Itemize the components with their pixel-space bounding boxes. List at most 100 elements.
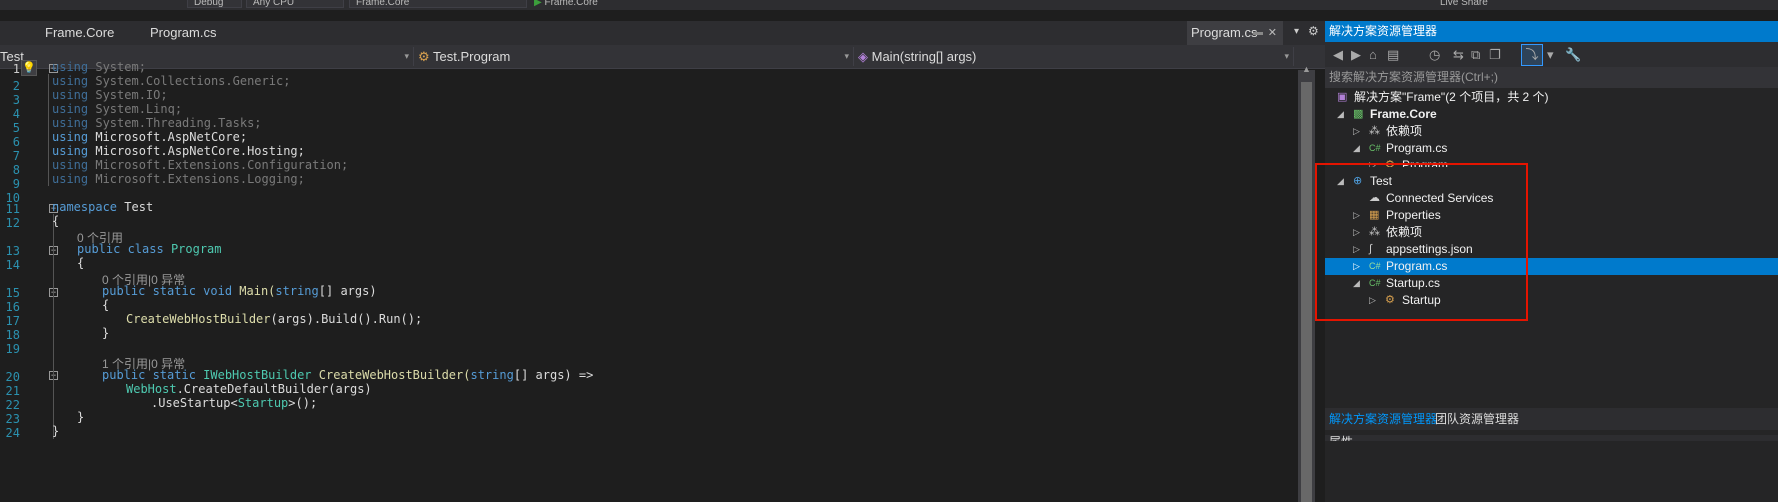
solution-icon: ▣ — [1337, 91, 1348, 103]
panel-title-text: 解决方案资源管理器 — [1329, 24, 1438, 38]
tree-item-label: 解决方案"Frame"(2 个项目，共 2 个) — [1354, 90, 1549, 104]
keyword: public class — [77, 242, 164, 256]
chevron-down-icon: ▾ — [404, 51, 409, 61]
code-line: { — [52, 214, 60, 228]
tab-solution-explorer[interactable]: 解决方案资源管理器 — [1325, 408, 1441, 430]
start-debug-button[interactable]: ▶ Frame.Core — [534, 0, 598, 8]
line-number: 1 — [12, 62, 20, 76]
gear-icon[interactable]: ⚙ — [1308, 24, 1319, 38]
startup-value: Frame.Core — [356, 0, 410, 8]
platform-value: Any CPU — [253, 0, 295, 8]
home-icon[interactable]: ⌂ — [1369, 47, 1377, 62]
namespace-ref: Microsoft.Extensions.Configuration; — [95, 158, 349, 172]
editor-vertical-scrollbar[interactable]: ▲ — [1298, 64, 1315, 502]
scroll-thumb[interactable] — [1301, 82, 1312, 502]
navigation-bar: Test ▾ ⚙ Test.Program ▾ ◈ Main(string[] ar… — [0, 45, 1493, 69]
method-name: Main( — [239, 284, 276, 298]
tab-frame-core[interactable]: Frame.Core — [35, 21, 124, 45]
codelens-references[interactable]: 1 个引用|0 异常 — [102, 355, 185, 372]
live-share-label: Live Share — [1440, 0, 1488, 8]
expanded-icon[interactable]: ◢ — [1353, 140, 1360, 157]
tab-label: Program.cs — [150, 25, 217, 40]
type-name: WebHost — [126, 382, 177, 396]
tab-dropdown-icon[interactable]: ▾ — [1294, 26, 1299, 37]
chevron-down-icon: ▾ — [1284, 51, 1289, 61]
keyword: string — [275, 284, 319, 298]
track-active-item-icon[interactable]: ⤵ — [1521, 44, 1543, 66]
tree-item-label: Frame.Core — [1370, 107, 1437, 121]
keyword: using — [52, 158, 89, 172]
tab-label: Program.cs — [1191, 25, 1258, 40]
codelens-references[interactable]: 0 个引用 — [77, 229, 123, 246]
panel-title: 解决方案资源管理器 — [1325, 21, 1778, 42]
call-chain: (args).Build().Run(); — [270, 312, 423, 326]
class-icon: ⚙ — [418, 49, 430, 64]
keyword: using — [52, 130, 89, 144]
dropdown-icon[interactable]: ▾ — [1547, 47, 1554, 63]
keyword: public static — [102, 368, 196, 382]
tab-program-cs-active[interactable]: Program.cs ▬ ✕ — [1187, 21, 1283, 45]
config-dropdown[interactable]: Debug — [187, 0, 242, 8]
member-dropdown[interactable]: ◈ Main(string[] args) ▾ — [858, 47, 1294, 66]
live-share-button[interactable]: Live Share — [1440, 0, 1488, 8]
codelens-references[interactable]: 0 个引用|0 异常 — [102, 271, 185, 288]
csharp-file-icon: C# — [1369, 143, 1381, 153]
namespace-ref: Microsoft.AspNetCore.Hosting; — [95, 144, 305, 158]
switch-views-icon[interactable]: ▤ — [1387, 47, 1399, 63]
code-line: using System.Collections.Generic; — [52, 73, 290, 89]
csharp-project-icon: ▩ — [1353, 108, 1364, 120]
collapsed-icon[interactable]: ▷ — [1353, 123, 1360, 140]
main-toolbar: Debug Any CPU Frame.Core ▶ Frame.Core Li… — [0, 0, 1778, 10]
tree-item-project-frame-core[interactable]: ◢ ▩ Frame.Core — [1325, 106, 1778, 123]
code-line: public static void Main(string[] args) — [102, 283, 377, 299]
method-icon: ◈ — [858, 49, 868, 64]
namespace-ref: Microsoft.Extensions.Logging; — [95, 172, 305, 186]
close-icon[interactable]: ✕ — [1268, 21, 1277, 45]
line-number: 24 — [5, 426, 20, 440]
line-number: 19 — [5, 342, 20, 356]
namespace-ref: System.Collections.Generic; — [95, 74, 291, 88]
collapse-all-icon[interactable]: ⧉ — [1471, 47, 1480, 63]
sync-icon[interactable]: ⇆ — [1453, 47, 1464, 63]
solution-search-input[interactable]: 搜索解决方案资源管理器(Ctrl+;) — [1325, 67, 1778, 88]
tree-item-dependencies[interactable]: ▷ ⁂ 依赖项 — [1325, 123, 1778, 140]
code-line: } — [77, 410, 85, 424]
back-icon[interactable]: ◀ — [1333, 47, 1343, 63]
scroll-up-icon[interactable]: ▲ — [1302, 64, 1311, 74]
show-all-files-icon[interactable]: ❐ — [1489, 47, 1501, 63]
collapse-icon[interactable]: − — [49, 288, 58, 297]
class-dropdown[interactable]: ⚙ Test.Program ▾ — [418, 47, 854, 66]
method-name: CreateWebHostBuilder — [126, 312, 271, 326]
collapse-icon[interactable]: − — [49, 371, 58, 380]
collapse-icon[interactable]: − — [49, 204, 58, 213]
call-chain: >(); — [288, 396, 318, 410]
tab-team-explorer[interactable]: 团队资源管理器 — [1431, 408, 1523, 430]
tree-item-solution[interactable]: ▣ 解决方案"Frame"(2 个项目，共 2 个) — [1325, 89, 1778, 106]
pin-icon[interactable]: ▬ — [1253, 21, 1263, 45]
expanded-icon[interactable]: ◢ — [1337, 106, 1344, 123]
properties-panel-header[interactable]: 属性 — [1325, 435, 1778, 441]
platform-dropdown[interactable]: Any CPU — [246, 0, 344, 8]
code-line: using System.IO; — [52, 87, 168, 103]
project-dropdown[interactable]: Test ▾ — [0, 47, 414, 66]
collapse-icon[interactable]: − — [49, 246, 58, 255]
params: [] args) — [318, 284, 377, 298]
code-line: } — [102, 326, 110, 340]
code-line: using Microsoft.AspNetCore; — [52, 129, 247, 145]
code-line: } — [52, 424, 60, 438]
tree-item-program-cs[interactable]: ◢ C# Program.cs — [1325, 140, 1778, 157]
highlight-annotation-box — [1315, 163, 1528, 321]
wrench-icon[interactable]: 🔧 — [1565, 47, 1581, 63]
code-line: using Microsoft.Extensions.Configuration… — [52, 157, 348, 173]
dependencies-icon: ⁂ — [1369, 125, 1380, 137]
keyword: public static void — [102, 284, 233, 298]
keyword: string — [470, 368, 514, 382]
tree-item-label: 依赖项 — [1386, 124, 1423, 138]
forward-icon[interactable]: ▶ — [1351, 47, 1361, 63]
startup-dropdown[interactable]: Frame.Core — [349, 0, 527, 8]
code-line: namespace Test — [52, 199, 153, 215]
panel-bottom-tabs: 解决方案资源管理器 团队资源管理器 — [1325, 408, 1778, 430]
tab-program-cs[interactable]: Program.cs — [140, 21, 226, 45]
type-name: Program — [170, 242, 222, 256]
pending-changes-icon[interactable]: ◷ — [1429, 47, 1440, 63]
